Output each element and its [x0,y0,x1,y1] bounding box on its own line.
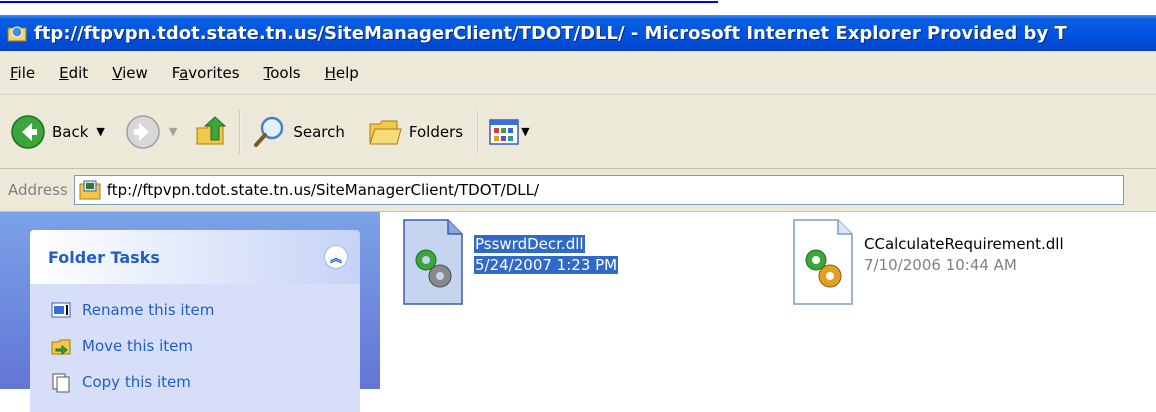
window-title: ftp://ftpvpn.tdot.state.tn.us/SiteManage… [34,22,1067,44]
toolbar: Back ▼ ▼ Search Folders ▼ [0,95,1156,169]
file-meta: PsswrdDecr.dll 5/24/2007 1:23 PM [474,234,619,276]
up-folder-button[interactable] [189,108,233,156]
back-button[interactable]: Back ▼ [6,108,109,156]
file-name: PsswrdDecr.dll [474,235,585,253]
views-button[interactable]: ▼ [485,108,533,156]
search-label: Search [293,122,345,141]
back-label: Back [52,122,89,141]
dll-file-icon [403,219,463,305]
task-pane: Folder Tasks ︽ Rename this item Move thi… [0,212,380,412]
address-input[interactable]: ftp://ftpvpn.tdot.state.tn.us/SiteManage… [73,175,1124,205]
folder-tasks-panel: Folder Tasks ︽ Rename this item Move thi… [30,230,360,412]
views-dropdown-icon[interactable]: ▼ [521,125,529,138]
views-icon [489,118,519,145]
back-arrow-icon [11,114,45,149]
menu-help[interactable]: Help [313,64,371,82]
move-icon [51,339,71,356]
hyperlink-underline [0,1,718,3]
file-name: CCalculateRequirement.dll [864,235,1064,253]
address-label: Address [8,181,68,199]
task-copy-item[interactable]: Copy this item [30,364,360,400]
file-item[interactable]: CCalculateRequirement.dll 7/10/2006 10:4… [790,218,1064,306]
toolbar-separator [239,109,242,154]
address-bar: Address ftp://ftpvpn.tdot.state.tn.us/Si… [0,169,1156,212]
file-list-view: PsswrdDecr.dll 5/24/2007 1:23 PM CCalcul… [380,212,1156,389]
folders-button[interactable]: Folders [363,108,467,156]
menu-bar: File Edit View Favorites Tools Help [0,51,1156,95]
address-value: ftp://ftpvpn.tdot.state.tn.us/SiteManage… [106,181,540,199]
collapse-chevron-icon[interactable]: ︽ [324,245,348,269]
forward-dropdown-icon[interactable]: ▼ [169,125,177,138]
ftp-folder-icon [79,180,101,200]
title-bar[interactable]: ftp://ftpvpn.tdot.state.tn.us/SiteManage… [0,15,1156,51]
folders-icon [369,120,402,144]
up-folder-icon [196,115,227,144]
toolbar-separator [477,109,480,154]
search-icon [254,116,284,147]
back-dropdown-icon[interactable]: ▼ [96,125,104,138]
page-hyperlink-remnant[interactable] [0,0,720,5]
task-copy-label: Copy this item [82,373,191,391]
file-date: 5/24/2007 1:23 PM [474,256,619,274]
task-move-label: Move this item [82,337,194,355]
menu-favorites[interactable]: Favorites [160,64,252,82]
menu-tools[interactable]: Tools [252,64,313,82]
dll-file-icon [793,219,853,305]
folder-tasks-header[interactable]: Folder Tasks ︽ [30,230,360,284]
folder-tasks-list: Rename this item Move this item Copy thi… [30,284,360,412]
folders-label: Folders [408,122,464,141]
menu-edit[interactable]: Edit [47,64,100,82]
file-meta: CCalculateRequirement.dll 7/10/2006 10:4… [864,234,1064,276]
file-item[interactable]: PsswrdDecr.dll 5/24/2007 1:23 PM [400,218,619,306]
forward-arrow-icon [126,114,160,149]
search-button[interactable]: Search [247,108,349,156]
ie-folder-icon [7,26,27,42]
menu-file[interactable]: File [0,64,47,82]
menu-view[interactable]: View [100,64,160,82]
rename-icon [51,302,71,318]
forward-button[interactable]: ▼ [121,108,181,156]
file-date: 7/10/2006 10:44 AM [864,256,1017,274]
task-rename-item[interactable]: Rename this item [30,292,360,328]
task-rename-label: Rename this item [82,301,215,319]
folder-tasks-title: Folder Tasks [48,247,160,267]
task-move-item[interactable]: Move this item [30,328,360,364]
copy-icon [52,373,70,393]
